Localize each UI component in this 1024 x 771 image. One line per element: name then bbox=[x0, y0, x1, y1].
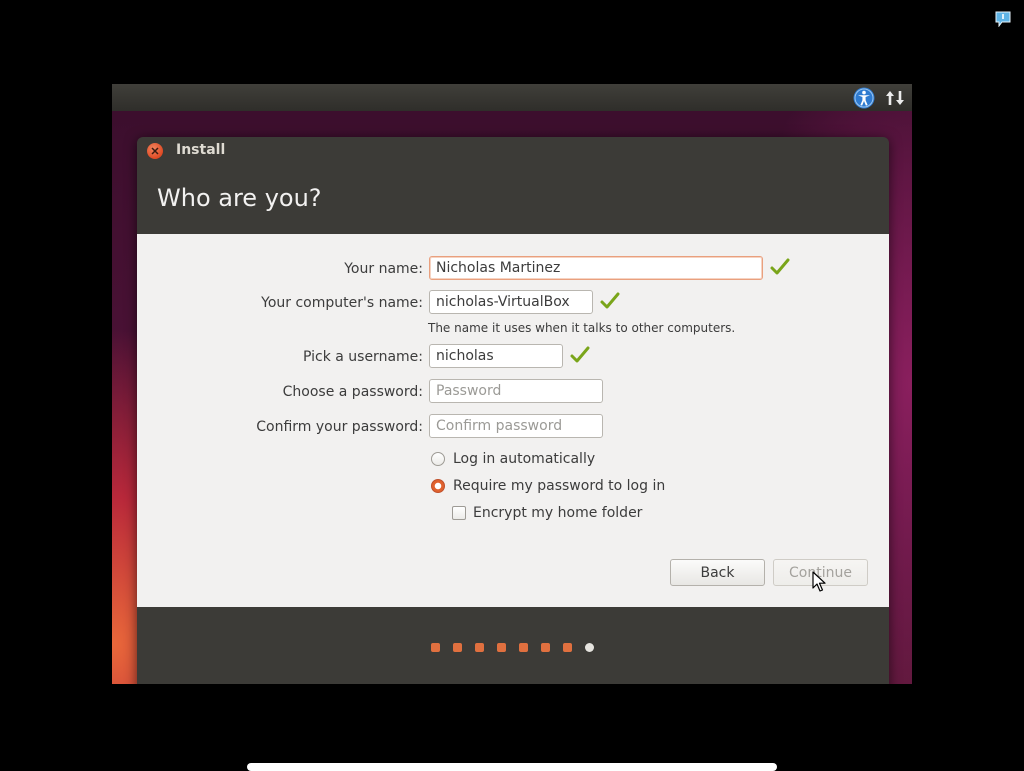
confirm-password-label: Confirm your password: bbox=[256, 419, 423, 435]
accessibility-icon[interactable] bbox=[853, 87, 875, 109]
bottom-strip bbox=[247, 763, 777, 771]
progress-dot bbox=[541, 643, 550, 652]
password-label: Choose a password: bbox=[282, 384, 423, 400]
progress-dot bbox=[431, 643, 440, 652]
progress-footer bbox=[137, 607, 889, 684]
name-label: Your name: bbox=[344, 261, 423, 277]
login-auto-label[interactable]: Log in automatically bbox=[453, 451, 595, 467]
login-auto-radio[interactable] bbox=[431, 452, 445, 466]
mouse-cursor-icon bbox=[812, 571, 826, 592]
form-panel: Your name: Your computer's name: The nam… bbox=[137, 234, 889, 607]
name-field[interactable] bbox=[429, 256, 763, 280]
installer-desktop: Install Who are you? Your name: Your com… bbox=[112, 84, 912, 684]
progress-dot bbox=[519, 643, 528, 652]
progress-dot bbox=[563, 643, 572, 652]
window-titlebar: Install bbox=[137, 137, 889, 165]
progress-dot bbox=[585, 643, 594, 652]
progress-dot bbox=[475, 643, 484, 652]
confirm-password-field[interactable] bbox=[429, 414, 603, 438]
computer-name-field[interactable] bbox=[429, 290, 593, 314]
require-password-label[interactable]: Require my password to log in bbox=[453, 478, 665, 494]
encrypt-home-checkbox[interactable] bbox=[452, 506, 466, 520]
encrypt-home-label[interactable]: Encrypt my home folder bbox=[473, 505, 642, 521]
username-label: Pick a username: bbox=[302, 349, 423, 365]
progress-dot bbox=[497, 643, 506, 652]
page-heading: Who are you? bbox=[157, 184, 322, 212]
window-title: Install bbox=[176, 142, 226, 158]
installer-window: Install Who are you? Your name: Your com… bbox=[137, 137, 889, 684]
computer-name-hint: The name it uses when it talks to other … bbox=[428, 321, 736, 335]
computer-name-label: Your computer's name: bbox=[261, 295, 423, 311]
back-button[interactable]: Back bbox=[670, 559, 765, 586]
username-field[interactable] bbox=[429, 344, 563, 368]
notification-speech-icon[interactable] bbox=[994, 11, 1012, 27]
close-button[interactable] bbox=[147, 143, 163, 159]
top-panel bbox=[112, 84, 912, 111]
close-icon bbox=[151, 147, 159, 155]
password-field[interactable] bbox=[429, 379, 603, 403]
network-updown-icon[interactable] bbox=[885, 88, 905, 108]
require-password-radio[interactable] bbox=[431, 479, 445, 493]
check-icon bbox=[570, 346, 590, 363]
check-icon bbox=[600, 292, 620, 309]
check-icon bbox=[770, 258, 790, 275]
progress-dot bbox=[453, 643, 462, 652]
